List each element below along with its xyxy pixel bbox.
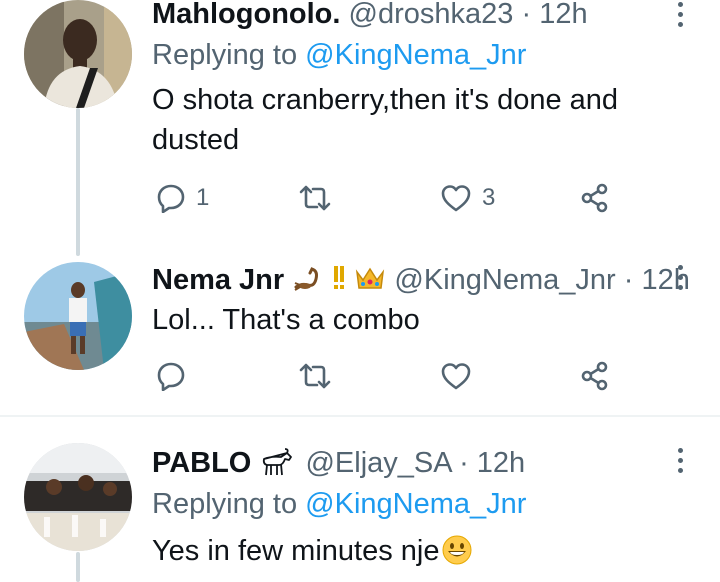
retweet-button[interactable]: [298, 356, 342, 396]
like-icon: [440, 361, 472, 391]
separator-dot: ·: [521, 0, 532, 30]
display-name[interactable]: Nema Jnr: [152, 264, 284, 296]
user-handle[interactable]: @KingNema_Jnr: [394, 264, 615, 296]
thread-line: [76, 108, 80, 256]
more-icon[interactable]: [668, 0, 692, 30]
reply-button[interactable]: [156, 356, 196, 396]
like-count: 3: [482, 184, 496, 211]
action-bar: 1 3: [152, 178, 622, 218]
tweet-header: PABLO @Eljay_SA · 12h: [152, 446, 525, 485]
like-icon: [440, 183, 472, 213]
scorpion-emoji: [292, 265, 324, 301]
replying-handle[interactable]: @KingNema_Jnr: [305, 39, 526, 71]
share-button[interactable]: [580, 356, 610, 396]
more-icon[interactable]: [668, 263, 692, 293]
reply-icon: [156, 183, 186, 213]
display-name[interactable]: PABLO: [152, 447, 251, 479]
share-button[interactable]: [580, 178, 610, 218]
replying-label: Replying to: [152, 39, 298, 71]
replying-label: Replying to: [152, 488, 298, 520]
avatar[interactable]: [24, 0, 132, 108]
thread-line: [76, 552, 80, 582]
display-name[interactable]: Mahlogonolo.: [152, 0, 340, 30]
like-button[interactable]: 3: [440, 178, 495, 218]
more-icon[interactable]: [668, 446, 692, 476]
reply-button[interactable]: 1: [156, 178, 209, 218]
retweet-button[interactable]: [298, 178, 342, 218]
retweet-icon: [298, 183, 332, 213]
replying-to: Replying to @KingNema_Jnr: [152, 38, 526, 72]
tweet-1[interactable]: Mahlogonolo. @droshka23 · 12h Replying t…: [0, 0, 720, 260]
separator-dot: ·: [459, 447, 469, 479]
tweet-text: Yes in few minutes nje: [152, 531, 672, 577]
reply-count: 1: [196, 184, 210, 211]
tweet-text: O shota cranberry,then it's done and dus…: [152, 84, 619, 156]
reply-icon: [156, 361, 186, 391]
goat-emoji: [259, 447, 297, 485]
timestamp[interactable]: 12h: [477, 447, 525, 479]
share-icon: [580, 183, 610, 213]
avatar[interactable]: [24, 262, 132, 370]
avatar[interactable]: [24, 443, 132, 551]
timestamp[interactable]: 12h: [539, 0, 587, 30]
user-handle[interactable]: @droshka23: [349, 0, 514, 30]
replying-to: Replying to @KingNema_Jnr: [152, 487, 526, 521]
share-icon: [580, 361, 610, 391]
separator-dot: ·: [623, 264, 634, 296]
replying-handle[interactable]: @KingNema_Jnr: [305, 488, 526, 520]
user-handle[interactable]: @Eljay_SA: [305, 447, 451, 479]
tweet-2[interactable]: Nema Jnr @KingNema_Jnr · 12h Lol... That…: [0, 260, 720, 415]
tweet-header: Nema Jnr @KingNema_Jnr · 12h: [152, 263, 690, 301]
crown-emoji: [354, 264, 386, 300]
retweet-icon: [298, 361, 332, 391]
grinning-face-emoji: [441, 534, 473, 577]
exclamation-emoji: [332, 263, 346, 299]
like-button[interactable]: [440, 356, 482, 396]
tweet-text: Lol... That's a combo: [152, 304, 420, 336]
action-bar: [152, 356, 622, 396]
tweet-3[interactable]: PABLO @Eljay_SA · 12h Replying to @KingN…: [0, 417, 720, 582]
tweet-header: Mahlogonolo. @droshka23 · 12h: [152, 0, 588, 31]
tweet-text-content: Yes in few minutes nje: [152, 535, 440, 567]
